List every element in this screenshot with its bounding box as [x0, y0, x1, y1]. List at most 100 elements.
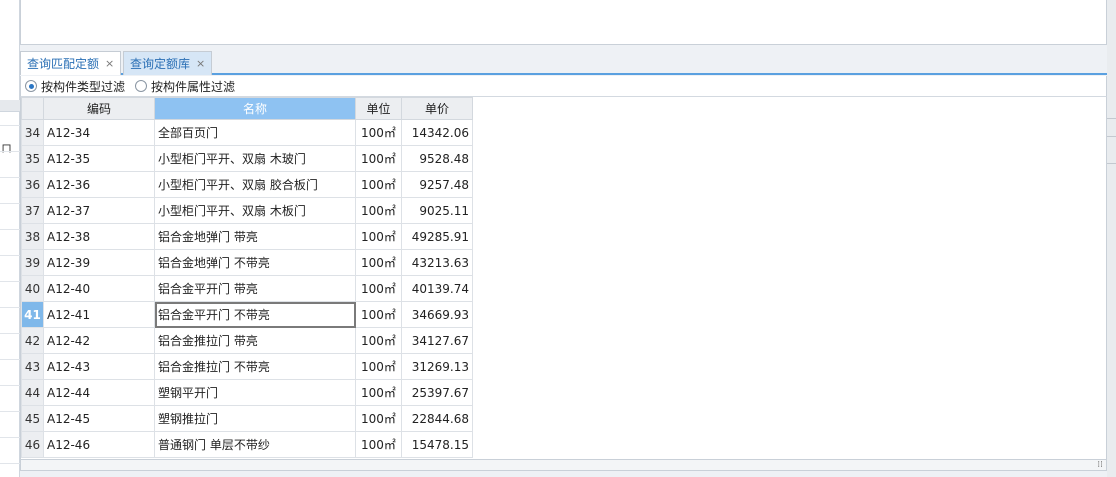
column-header-unit[interactable]: 单位	[355, 97, 402, 120]
filter-by-attribute-radio[interactable]: 按构件属性过滤	[135, 78, 235, 95]
table-row[interactable]: 38 A12-38 铝合金地弹门 带亮 100㎡ 49285.91	[21, 223, 473, 250]
column-header-name[interactable]: 名称	[154, 97, 356, 120]
cell-name[interactable]: 全部百页门	[154, 119, 356, 146]
table-row[interactable]: 35 A12-35 小型柜门平开、双扇 木玻门 100㎡ 9528.48	[21, 145, 473, 172]
row-number[interactable]: 39	[21, 249, 44, 276]
cell-code[interactable]: A12-41	[43, 301, 155, 328]
row-number[interactable]: 43	[21, 353, 44, 380]
table-row[interactable]: 41 A12-41 铝合金平开门 不带亮 100㎡ 34669.93	[21, 301, 473, 328]
right-panel-line	[1107, 118, 1116, 119]
cell-price[interactable]: 9528.48	[401, 145, 473, 172]
cell-code[interactable]: A12-36	[43, 171, 155, 198]
cell-price[interactable]: 25397.67	[401, 379, 473, 406]
cell-code[interactable]: A12-40	[43, 275, 155, 302]
close-icon[interactable]: ×	[196, 53, 205, 75]
table-row[interactable]: 40 A12-40 铝合金平开门 带亮 100㎡ 40139.74	[21, 275, 473, 302]
column-header-rownum[interactable]	[21, 97, 44, 120]
filter-by-type-radio[interactable]: 按构件类型过滤	[25, 78, 125, 95]
cell-name[interactable]: 铝合金地弹门 不带亮	[154, 249, 356, 276]
table-row[interactable]: 36 A12-36 小型柜门平开、双扇 胶合板门 100㎡ 9257.48	[21, 171, 473, 198]
cell-unit[interactable]: 100㎡	[355, 353, 402, 380]
cell-code[interactable]: A12-42	[43, 327, 155, 354]
cell-name[interactable]: 塑钢平开门	[154, 379, 356, 406]
close-icon[interactable]: ×	[105, 53, 114, 75]
table-row[interactable]: 37 A12-37 小型柜门平开、双扇 木板门 100㎡ 9025.11	[21, 197, 473, 224]
quota-table: 编码 名称 单位 单价 34 A12-34 全部百页门 100㎡ 14342.06 35 A…	[21, 97, 473, 458]
table-row[interactable]: 46 A12-46 普通钢门 单层不带纱 100㎡ 15478.15	[21, 431, 473, 458]
row-number[interactable]: 42	[21, 327, 44, 354]
cell-code[interactable]: A12-35	[43, 145, 155, 172]
cell-unit[interactable]: 100㎡	[355, 431, 402, 458]
cell-name[interactable]: 小型柜门平开、双扇 木玻门	[154, 145, 356, 172]
table-row[interactable]: 45 A12-45 塑钢推拉门 100㎡ 22844.68	[21, 405, 473, 432]
cell-name[interactable]: 铝合金平开门 不带亮	[154, 301, 356, 328]
cell-code[interactable]: A12-45	[43, 405, 155, 432]
row-number[interactable]: 37	[21, 197, 44, 224]
tab-query-matched-quota[interactable]: 查询匹配定额 ×	[20, 51, 122, 75]
cell-code[interactable]: A12-46	[43, 431, 155, 458]
cell-unit[interactable]: 100㎡	[355, 405, 402, 432]
cell-unit[interactable]: 100㎡	[355, 327, 402, 354]
cell-name[interactable]: 铝合金推拉门 带亮	[154, 327, 356, 354]
cell-unit[interactable]: 100㎡	[355, 197, 402, 224]
cell-code[interactable]: A12-43	[43, 353, 155, 380]
table-row[interactable]: 44 A12-44 塑钢平开门 100㎡ 25397.67	[21, 379, 473, 406]
table-row[interactable]: 42 A12-42 铝合金推拉门 带亮 100㎡ 34127.67	[21, 327, 473, 354]
cell-unit[interactable]: 100㎡	[355, 301, 402, 328]
cell-price[interactable]: 31269.13	[401, 353, 473, 380]
tab-query-quota-library[interactable]: 查询定额库 ×	[123, 51, 213, 75]
cell-unit[interactable]: 100㎡	[355, 119, 402, 146]
row-number[interactable]: 41	[21, 301, 44, 328]
cell-code[interactable]: A12-39	[43, 249, 155, 276]
cell-code[interactable]: A12-34	[43, 119, 155, 146]
cell-name[interactable]: 塑钢推拉门	[154, 405, 356, 432]
row-number[interactable]: 36	[21, 171, 44, 198]
cell-name[interactable]: 小型柜门平开、双扇 胶合板门	[154, 171, 356, 198]
cell-code[interactable]: A12-44	[43, 379, 155, 406]
cell-unit[interactable]: 100㎡	[355, 249, 402, 276]
right-panel-line	[1107, 136, 1116, 137]
cell-price[interactable]: 22844.68	[401, 405, 473, 432]
left-panel-row-line	[0, 281, 20, 282]
cell-price[interactable]: 34127.67	[401, 327, 473, 354]
cell-unit[interactable]: 100㎡	[355, 171, 402, 198]
cell-code[interactable]: A12-37	[43, 197, 155, 224]
cell-unit[interactable]: 100㎡	[355, 223, 402, 250]
row-number[interactable]: 38	[21, 223, 44, 250]
table-row[interactable]: 34 A12-34 全部百页门 100㎡ 14342.06	[21, 119, 473, 146]
cell-name[interactable]: 铝合金平开门 带亮	[154, 275, 356, 302]
cell-unit[interactable]: 100㎡	[355, 379, 402, 406]
cell-price[interactable]: 40139.74	[401, 275, 473, 302]
table-row[interactable]: 39 A12-39 铝合金地弹门 不带亮 100㎡ 43213.63	[21, 249, 473, 276]
cell-price[interactable]: 14342.06	[401, 119, 473, 146]
row-number[interactable]: 34	[21, 119, 44, 146]
cell-code[interactable]: A12-38	[43, 223, 155, 250]
cell-price[interactable]: 34669.93	[401, 301, 473, 328]
cell-price[interactable]: 9257.48	[401, 171, 473, 198]
cell-name[interactable]: 铝合金地弹门 带亮	[154, 223, 356, 250]
cell-name[interactable]: 普通钢门 单层不带纱	[154, 431, 356, 458]
column-header-code[interactable]: 编码	[43, 97, 155, 120]
left-panel-cut-text: ロ	[1, 142, 12, 155]
left-panel-row-line	[0, 437, 20, 438]
row-number[interactable]: 44	[21, 379, 44, 406]
cell-unit[interactable]: 100㎡	[355, 275, 402, 302]
cell-price[interactable]: 15478.15	[401, 431, 473, 458]
cell-price[interactable]: 9025.11	[401, 197, 473, 224]
radio-checked-icon[interactable]	[25, 80, 37, 92]
cell-price[interactable]: 43213.63	[401, 249, 473, 276]
row-number[interactable]: 40	[21, 275, 44, 302]
column-header-price[interactable]: 单价	[401, 97, 473, 120]
left-panel-edge: ロ	[0, 0, 20, 477]
tab-bar: 查询匹配定额 × 查询定额库 ×	[20, 49, 1110, 75]
row-number[interactable]: 46	[21, 431, 44, 458]
row-number[interactable]: 45	[21, 405, 44, 432]
row-number[interactable]: 35	[21, 145, 44, 172]
cell-price[interactable]: 49285.91	[401, 223, 473, 250]
cell-unit[interactable]: 100㎡	[355, 145, 402, 172]
table-row[interactable]: 43 A12-43 铝合金推拉门 不带亮 100㎡ 31269.13	[21, 353, 473, 380]
cell-name[interactable]: 小型柜门平开、双扇 木板门	[154, 197, 356, 224]
resize-grip-icon[interactable]: ⁞⁞	[1097, 460, 1103, 470]
cell-name[interactable]: 铝合金推拉门 不带亮	[154, 353, 356, 380]
radio-unchecked-icon[interactable]	[135, 80, 148, 92]
